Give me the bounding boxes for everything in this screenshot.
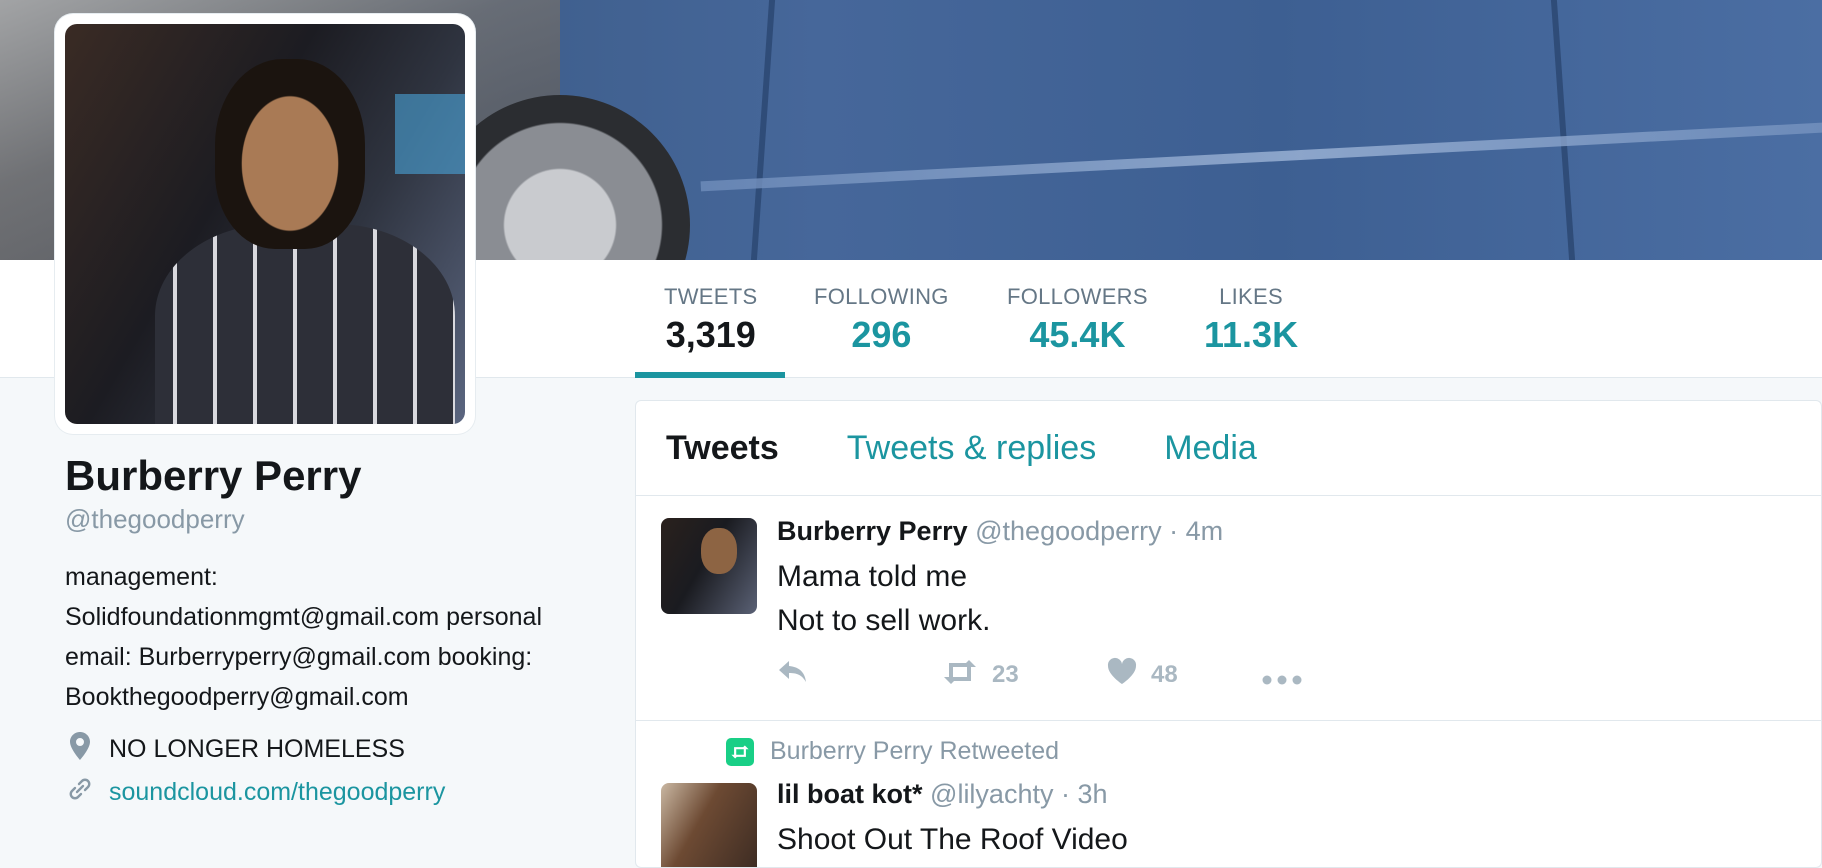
profile-handle[interactable]: @thegoodperry <box>65 504 585 535</box>
tweet-avatar[interactable] <box>661 518 757 614</box>
avatar-shirt <box>155 224 455 424</box>
tab-media[interactable]: Media <box>1164 429 1257 468</box>
location-text: NO LONGER HOMELESS <box>109 735 405 763</box>
stat-value: 296 <box>851 314 912 355</box>
tweet-text-line: Mama told me <box>777 560 968 593</box>
banner-door-line <box>750 0 776 260</box>
stat-value: 45.4K <box>1029 314 1126 355</box>
tweet-fullname[interactable]: Burberry Perry <box>777 516 968 546</box>
tweet-text: Mama told me Not to sell work. <box>777 555 1223 643</box>
retweet-context-text[interactable]: Burberry Perry Retweeted <box>770 737 1059 766</box>
heart-icon <box>1107 656 1137 693</box>
stat-label: TWEETS <box>664 284 758 309</box>
tweet-header: Burberry Perry @thegoodperry · 4m <box>777 516 1223 547</box>
tweet-content: Burberry Perry @thegoodperry · 4m Mama t… <box>777 516 1223 643</box>
tweet-text-line: Shoot Out The Roof Video <box>777 823 1128 856</box>
banner-stripe <box>700 118 1822 192</box>
stat-tweets[interactable]: TWEETS 3,319 <box>664 284 757 356</box>
profile-website: soundcloud.com/thegoodperry <box>65 776 585 809</box>
more-button[interactable] <box>1262 656 1316 693</box>
banner-door-line <box>1550 0 1576 260</box>
stat-label: FOLLOWERS <box>1007 284 1148 309</box>
tweet-actions: 23 48 <box>777 656 1316 693</box>
reply-button[interactable] <box>777 656 942 693</box>
tweet-username[interactable]: @lilyachty <box>930 779 1053 809</box>
tweet-timestamp[interactable]: · 4m <box>1169 516 1223 546</box>
retweet-button[interactable]: 23 <box>942 656 1107 693</box>
tweet-fullname[interactable]: lil boat kot* <box>777 779 923 809</box>
tweet-avatar[interactable] <box>661 783 757 867</box>
retweet-icon <box>942 656 978 693</box>
retweet-count: 23 <box>992 660 1019 688</box>
tweet-text-line: Not to sell work. <box>777 604 991 637</box>
more-dots-icon <box>1262 656 1302 693</box>
stat-likes[interactable]: LIKES 11.3K <box>1204 284 1298 356</box>
tweet-header: lil boat kot* @lilyachty · 3h <box>777 779 1128 810</box>
reply-icon <box>777 656 809 693</box>
location-pin-icon <box>65 731 95 768</box>
profile-avatar[interactable] <box>55 14 475 434</box>
tab-tweets[interactable]: Tweets <box>666 429 779 468</box>
profile-card: Burberry Perry @thegoodperry management:… <box>65 452 585 809</box>
stat-label: LIKES <box>1219 284 1283 309</box>
timeline: Tweets Tweets & replies Media Burberry P… <box>635 400 1822 868</box>
avatar-head <box>215 59 365 249</box>
active-stat-indicator <box>635 372 785 378</box>
profile-name[interactable]: Burberry Perry <box>65 452 585 500</box>
retweet-badge-icon <box>726 737 754 766</box>
tweet[interactable]: Burberry Perry @thegoodperry · 4m Mama t… <box>636 496 1821 721</box>
avatar-bg-screen <box>395 94 465 174</box>
tweet-username[interactable]: @thegoodperry <box>975 516 1162 546</box>
stat-value: 3,319 <box>665 314 756 355</box>
stat-value: 11.3K <box>1204 314 1299 355</box>
tweet-content: lil boat kot* @lilyachty · 3h Shoot Out … <box>777 779 1128 862</box>
avatar-image <box>65 24 465 424</box>
stat-label: FOLLOWING <box>814 284 949 309</box>
tab-tweets-replies[interactable]: Tweets & replies <box>847 429 1096 468</box>
profile-bio: management: Solidfoundationmgmt@gmail.co… <box>65 563 543 711</box>
stat-following[interactable]: FOLLOWING 296 <box>814 284 949 356</box>
website-link[interactable]: soundcloud.com/thegoodperry <box>109 778 445 807</box>
link-icon <box>65 776 95 809</box>
like-button[interactable]: 48 <box>1107 656 1262 693</box>
retweet-context: Burberry Perry Retweeted <box>726 737 1059 766</box>
profile-location: NO LONGER HOMELESS <box>65 731 585 768</box>
like-count: 48 <box>1151 660 1178 688</box>
tweet-text: Shoot Out The Roof Video <box>777 818 1128 862</box>
tweet-timestamp[interactable]: · 3h <box>1061 779 1108 809</box>
tweet[interactable]: Burberry Perry Retweeted lil boat kot* @… <box>636 721 1821 867</box>
stat-followers[interactable]: FOLLOWERS 45.4K <box>1007 284 1148 356</box>
timeline-tabs: Tweets Tweets & replies Media <box>636 401 1821 496</box>
